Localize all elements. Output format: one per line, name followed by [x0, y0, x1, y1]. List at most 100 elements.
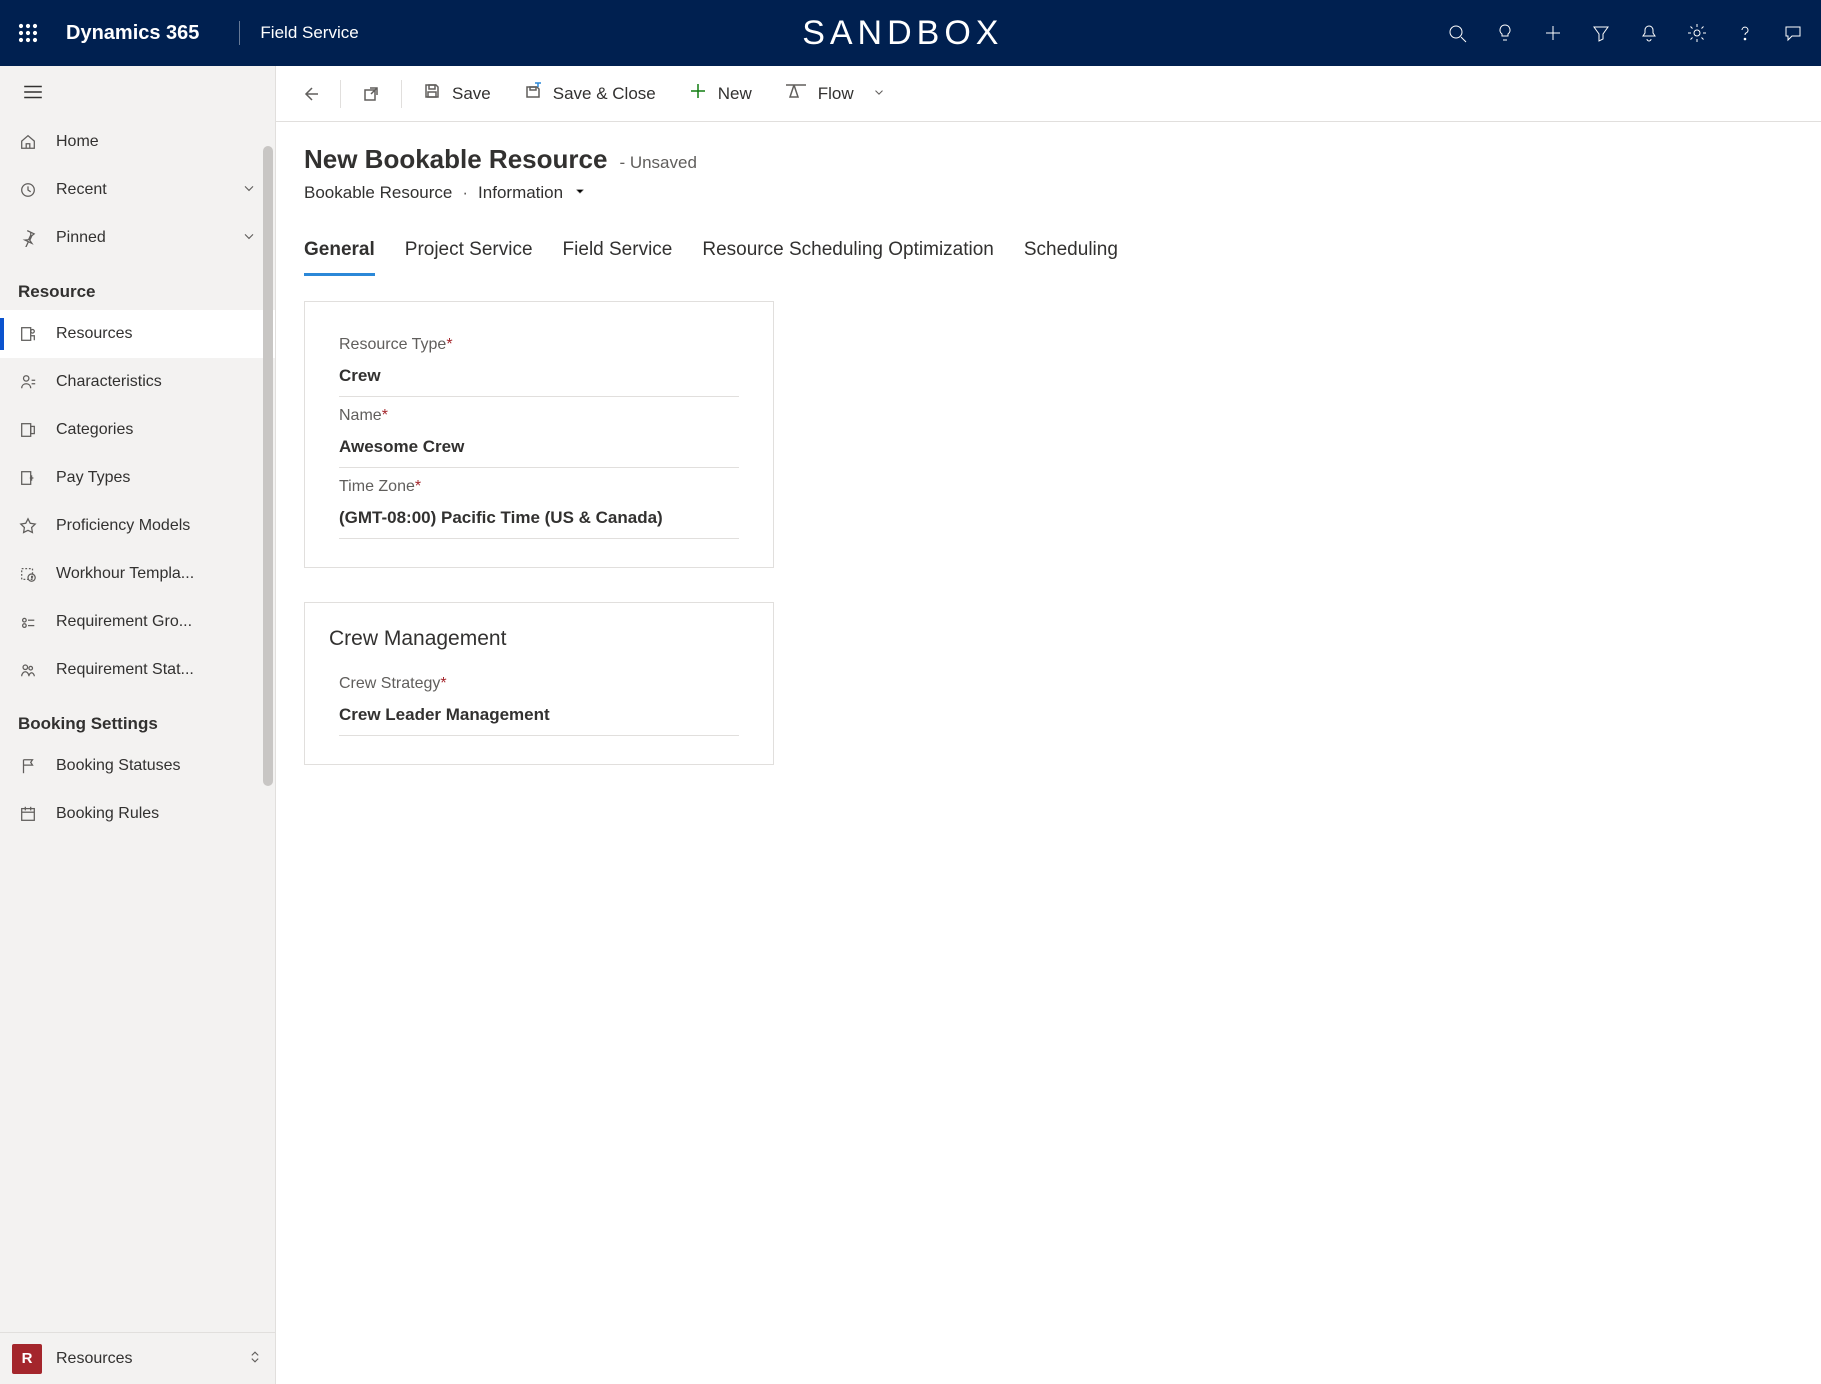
form-body: Resource Type* Crew Name* Awesome Crew T… [276, 277, 1176, 789]
field-label: Name* [339, 407, 739, 425]
sidebar-item-label: Home [56, 133, 99, 151]
area-initial: R [12, 1344, 42, 1374]
help-icon[interactable] [1735, 23, 1755, 43]
flow-button[interactable]: Flow [768, 66, 902, 121]
group-list-icon [18, 612, 38, 632]
sidebar-item-workhour[interactable]: Workhour Templa... [0, 550, 275, 598]
field-value[interactable]: (GMT-08:00) Pacific Time (US & Canada) [339, 496, 739, 539]
new-label: New [718, 84, 752, 104]
sidebar-item-label: Categories [56, 421, 133, 439]
sidebar-group-resource: Resource [0, 262, 275, 310]
tab-project-service[interactable]: Project Service [405, 231, 533, 276]
sidebar-item-categories[interactable]: Categories [0, 406, 275, 454]
sidebar-item-label: Requirement Gro... [56, 613, 192, 631]
form-name: Information [478, 183, 563, 203]
area-switcher[interactable]: R Resources [0, 1332, 275, 1384]
people-icon [18, 660, 38, 680]
chevron-down-icon [573, 183, 587, 203]
bell-icon[interactable] [1639, 23, 1659, 43]
section-general: Resource Type* Crew Name* Awesome Crew T… [304, 301, 774, 568]
sidebar-scrollbar[interactable] [263, 146, 273, 786]
person-icon [18, 372, 38, 392]
resource-icon [18, 324, 38, 344]
sidebar-item-booking-statuses[interactable]: Booking Statuses [0, 742, 275, 790]
header-actions [1447, 23, 1803, 43]
sidebar-item-resources[interactable]: Resources [0, 310, 275, 358]
chevron-down-icon [241, 228, 257, 249]
sidebar-item-booking-rules[interactable]: Booking Rules [0, 790, 275, 838]
sidebar-group-booking: Booking Settings [0, 694, 275, 742]
sidebar-item-label: Booking Statuses [56, 757, 181, 775]
cmdbar-separator [340, 80, 341, 108]
form-selector[interactable]: Bookable Resource · Information [304, 183, 1793, 203]
chevron-down-icon [872, 84, 886, 104]
sidebar-item-label: Recent [56, 181, 107, 199]
plus-icon [688, 81, 708, 106]
sidebar-item-characteristics[interactable]: Characteristics [0, 358, 275, 406]
category-icon [18, 420, 38, 440]
search-icon[interactable] [1447, 23, 1467, 43]
clock-icon [18, 180, 38, 200]
sidebar-item-label: Booking Rules [56, 805, 159, 823]
entity-name: Bookable Resource [304, 183, 452, 203]
field-resource-type[interactable]: Resource Type* Crew [305, 326, 773, 397]
tab-field-service[interactable]: Field Service [563, 231, 673, 276]
sidebar-item-recent[interactable]: Recent [0, 166, 275, 214]
breadcrumb-separator: · [462, 183, 468, 203]
sidebar-item-label: Resources [56, 325, 132, 343]
page-title: New Bookable Resource [304, 144, 607, 175]
sidebar-item-label: Characteristics [56, 373, 162, 391]
cmdbar-separator [401, 80, 402, 108]
field-name[interactable]: Name* Awesome Crew [305, 397, 773, 468]
popout-button[interactable] [345, 66, 397, 121]
sidebar-item-label: Workhour Templa... [56, 565, 194, 583]
sidebar-item-label: Requirement Stat... [56, 661, 194, 679]
plus-icon[interactable] [1543, 23, 1563, 43]
save-label: Save [452, 84, 491, 104]
tab-rso[interactable]: Resource Scheduling Optimization [702, 231, 994, 276]
new-button[interactable]: New [672, 66, 768, 121]
sidebar: Home Recent Pinned [0, 66, 276, 1384]
tab-general[interactable]: General [304, 231, 375, 276]
sidebar-item-requirement-groups[interactable]: Requirement Gro... [0, 598, 275, 646]
sidebar-item-proficiency[interactable]: Proficiency Models [0, 502, 275, 550]
sidebar-toggle[interactable] [0, 66, 275, 118]
lightbulb-icon[interactable] [1495, 23, 1515, 43]
sidebar-item-home[interactable]: Home [0, 118, 275, 166]
chevron-down-icon [241, 180, 257, 201]
gear-icon[interactable] [1687, 23, 1707, 43]
field-value[interactable]: Crew Leader Management [339, 693, 739, 736]
area-label: Resources [56, 1350, 233, 1368]
app-name[interactable]: Field Service [260, 23, 358, 43]
star-icon [18, 516, 38, 536]
unsaved-indicator: - Unsaved [619, 153, 696, 173]
sidebar-item-pinned[interactable]: Pinned [0, 214, 275, 262]
product-name[interactable]: Dynamics 365 [66, 22, 199, 45]
sidebar-item-label: Proficiency Models [56, 517, 190, 535]
save-button[interactable]: Save [406, 66, 507, 121]
content: Save Save & Close New Flow [276, 66, 1821, 1384]
form-header: New Bookable Resource - Unsaved Bookable… [276, 122, 1821, 213]
field-value[interactable]: Crew [339, 354, 739, 397]
sidebar-item-label: Pay Types [56, 469, 130, 487]
form-tabs: General Project Service Field Service Re… [276, 213, 1821, 277]
save-icon [422, 81, 442, 106]
field-value[interactable]: Awesome Crew [339, 425, 739, 468]
field-timezone[interactable]: Time Zone* (GMT-08:00) Pacific Time (US … [305, 468, 773, 539]
sidebar-item-pay-types[interactable]: Pay Types [0, 454, 275, 502]
home-icon [18, 132, 38, 152]
sidebar-item-requirement-status[interactable]: Requirement Stat... [0, 646, 275, 694]
app-launcher-icon[interactable] [18, 23, 38, 43]
filter-icon[interactable] [1591, 23, 1611, 43]
tab-scheduling[interactable]: Scheduling [1024, 231, 1118, 276]
money-icon [18, 468, 38, 488]
chat-icon[interactable] [1783, 23, 1803, 43]
field-crew-strategy[interactable]: Crew Strategy* Crew Leader Management [305, 665, 773, 736]
section-title: Crew Management [305, 627, 773, 665]
sidebar-scroll: Home Recent Pinned [0, 118, 275, 1332]
flag-icon [18, 756, 38, 776]
environment-label: SANDBOX [359, 14, 1447, 53]
back-button[interactable] [284, 66, 336, 121]
save-close-button[interactable]: Save & Close [507, 66, 672, 121]
field-label: Resource Type* [339, 336, 739, 354]
